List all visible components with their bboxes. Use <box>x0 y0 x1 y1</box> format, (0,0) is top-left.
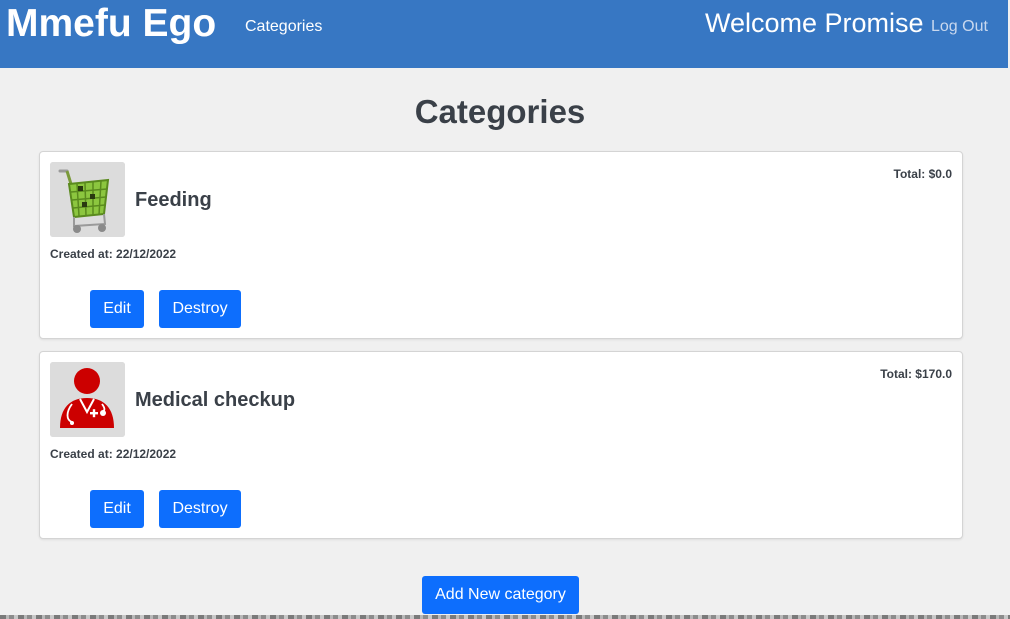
brand-logo[interactable]: Mmefu Ego <box>6 1 216 47</box>
category-name[interactable]: Feeding <box>135 188 212 212</box>
nav-link-categories[interactable]: Categories <box>245 17 322 37</box>
destroy-button[interactable]: Destroy <box>159 490 241 528</box>
category-total: Total: $170.0 <box>880 367 952 381</box>
category-name[interactable]: Medical checkup <box>135 388 295 412</box>
shopping-cart-icon <box>50 162 125 237</box>
page-bottom-edge <box>0 615 1010 619</box>
edit-button[interactable]: Edit <box>90 290 144 328</box>
doctor-icon <box>50 362 125 437</box>
destroy-button[interactable]: Destroy <box>159 290 241 328</box>
add-category-button[interactable]: Add New category <box>422 576 579 614</box>
edit-button[interactable]: Edit <box>90 490 144 528</box>
logout-link[interactable]: Log Out <box>931 17 988 37</box>
category-created-at: Created at: 22/12/2022 <box>50 447 177 461</box>
category-card: Medical checkup Total: $170.0 Created at… <box>39 351 963 539</box>
top-navbar: Mmefu Ego Categories Welcome Promise Log… <box>0 0 1008 68</box>
welcome-message: Welcome Promise <box>705 8 924 38</box>
category-total: Total: $0.0 <box>893 167 952 181</box>
category-card: Feeding Total: $0.0 Created at: 22/12/20… <box>39 151 963 339</box>
page-title: Categories <box>414 93 586 130</box>
category-created-at: Created at: 22/12/2022 <box>50 247 177 261</box>
